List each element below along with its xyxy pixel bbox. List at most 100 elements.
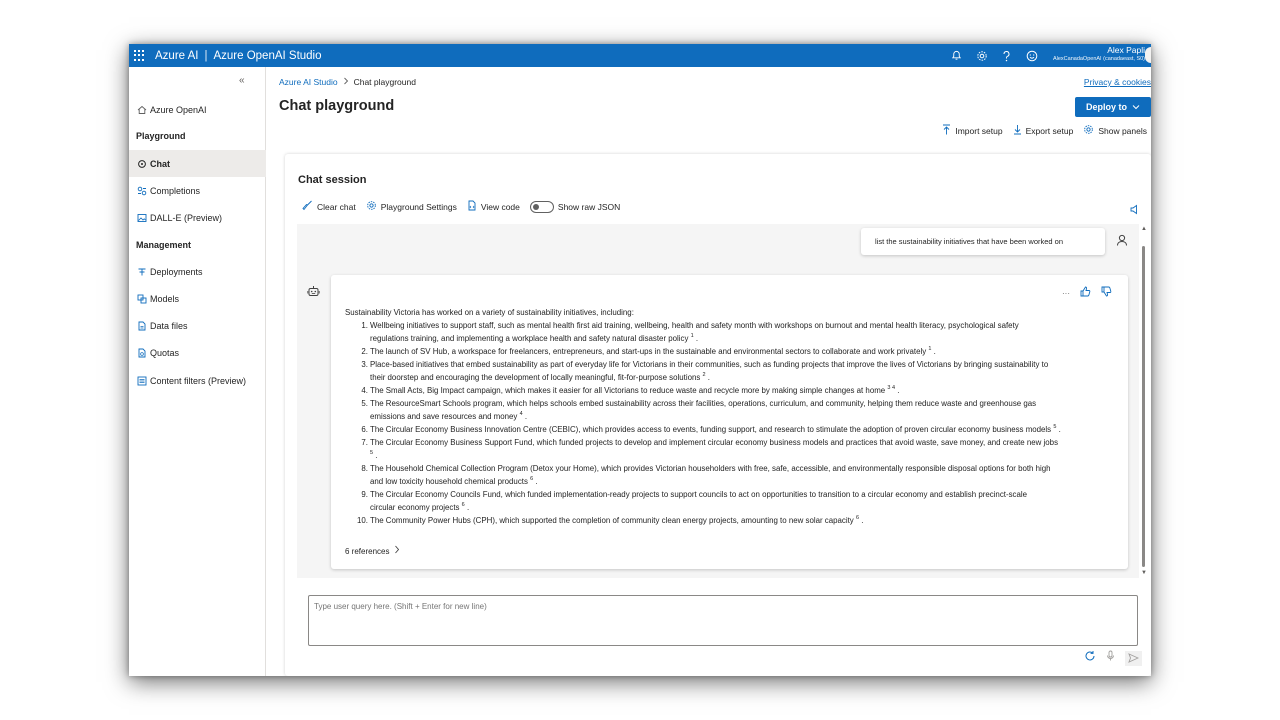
brand-azure-ai[interactable]: Azure AI (155, 50, 198, 62)
playground-settings-label: Playground Settings (380, 201, 457, 212)
page-actions: Import setup Export setup Show panels (942, 124, 1147, 137)
gear-icon[interactable] (975, 49, 988, 62)
list-item: 6. The Circular Economy Business Innovati… (361, 424, 1061, 434)
deploy-to-button[interactable]: Deploy to (1075, 97, 1151, 117)
view-code-label: View code (480, 201, 520, 212)
breadcrumb-current: Chat playground (353, 77, 416, 87)
sidebar-item-models[interactable]: Models (129, 285, 266, 312)
page-title: Chat playground (279, 98, 395, 114)
chat-scrollbar[interactable]: ▲ ▼ (1140, 226, 1148, 576)
answer-list: 1. Wellbeing initiatives to support staff… (357, 319, 1116, 527)
list-item: 9. The Circular Economy Councils Fund, wh… (361, 490, 1028, 512)
playground-settings-button[interactable]: Playground Settings (366, 200, 457, 213)
list-item: 8. The Household Chemical Collection Prog… (361, 464, 1051, 486)
user-message: list the sustainability initiatives that… (861, 228, 1105, 255)
thumbs-up-icon[interactable] (1080, 286, 1091, 301)
breadcrumb-root[interactable]: Azure AI Studio (279, 77, 338, 87)
citation-link[interactable]: 2 (703, 372, 706, 378)
assistant-intro: Sustainability Victoria has worked on a … (345, 308, 634, 317)
scrollbar-thumb[interactable] (1142, 246, 1145, 567)
app-launcher-icon[interactable] (134, 49, 146, 62)
deploy-to-label: Deploy to (1085, 102, 1127, 112)
avatar[interactable] (1145, 47, 1151, 63)
sidebar-item-label: Completions (150, 185, 201, 196)
chat-session-panel: Chat session Clear chat Playground Setti… (285, 154, 1151, 676)
citation-link[interactable]: 3 4 (887, 385, 895, 391)
import-setup-label: Import setup (955, 125, 1003, 136)
home-icon (136, 104, 147, 115)
top-icons (950, 44, 1038, 67)
completions-icon (136, 185, 147, 196)
citation-link[interactable]: 6 (462, 502, 465, 508)
sidebar-item-data-files[interactable]: Data files (129, 312, 266, 339)
list-item: 3. Place-based initiatives that embed sus… (361, 360, 1049, 382)
view-code-button[interactable]: View code (467, 200, 520, 213)
breadcrumb-chevron-icon (343, 77, 349, 87)
refresh-icon[interactable] (1084, 649, 1096, 667)
speaker-icon[interactable] (1129, 202, 1139, 220)
import-setup-button[interactable]: Import setup (942, 124, 1003, 137)
show-panels-button[interactable]: Show panels (1083, 124, 1147, 137)
citation-link[interactable]: 6 (530, 476, 533, 482)
sidebar-item-quotas[interactable]: Quotas (129, 339, 266, 366)
sidebar-item-completions[interactable]: Completions (129, 177, 266, 204)
chat-toolbar: Clear chat Playground Settings View code (302, 200, 620, 213)
download-icon (1013, 124, 1022, 137)
send-button[interactable] (1125, 650, 1142, 666)
collapse-sidebar-button[interactable]: « (239, 75, 245, 86)
sidebar-item-deployments[interactable]: Deployments (129, 258, 266, 285)
brand-separator: | (204, 49, 208, 62)
brand-product[interactable]: Azure OpenAI Studio (213, 50, 321, 62)
clear-chat-button[interactable]: Clear chat (302, 200, 356, 213)
user-tenant: AlexCanadaOpenAI (canadaeast, S0) (1052, 55, 1145, 62)
toggle-switch[interactable] (529, 200, 554, 213)
user-name: Alex Papli (1107, 45, 1145, 55)
raw-json-toggle[interactable]: Show raw JSON (529, 200, 621, 213)
export-setup-button[interactable]: Export setup (1013, 124, 1074, 137)
gear-icon (1083, 124, 1094, 137)
citation-link[interactable]: 5 (370, 450, 373, 456)
privacy-link[interactable]: Privacy & cookies (1084, 77, 1151, 87)
sidebar-item-label: Deployments (150, 266, 203, 277)
microphone-icon[interactable] (1106, 649, 1115, 667)
sidebar-item-dall-e[interactable]: DALL-E (Preview) (129, 204, 266, 231)
sidebar-item-label: Content filters (Preview) (150, 375, 247, 386)
sidebar-item-content-filters[interactable]: Content filters (Preview) (129, 367, 266, 394)
breadcrumb: Azure AI Studio Chat playground (279, 77, 416, 87)
user-query-input[interactable] (309, 596, 1137, 645)
clear-chat-label: Clear chat (317, 201, 356, 212)
scroll-down-icon[interactable]: ▼ (1141, 570, 1147, 576)
smiley-icon[interactable] (1025, 49, 1038, 62)
code-file-icon (467, 200, 477, 213)
help-icon[interactable] (1000, 49, 1013, 62)
citation-link[interactable]: 6 (856, 515, 859, 521)
more-options-icon[interactable]: ··· (1062, 287, 1070, 300)
bell-icon[interactable] (950, 49, 963, 62)
list-item: 1. Wellbeing initiatives to support staff… (361, 321, 1019, 343)
citation-link[interactable]: 4 (520, 411, 523, 417)
app-window: Azure AI | Azure OpenAI Studio Alex Papl… (129, 44, 1151, 676)
chat-input-box (308, 595, 1138, 646)
list-item: 5. The ResourceSmart Schools program, whi… (361, 399, 1037, 421)
citation-link[interactable]: 1 (928, 346, 931, 352)
chat-session-title: Chat session (298, 174, 367, 186)
citation-link[interactable]: 1 (691, 333, 694, 339)
chat-messages[interactable]: list the sustainability initiatives that… (297, 224, 1139, 578)
sidebar-item-chat[interactable]: Chat (129, 150, 266, 177)
sidebar-section-management: Management (136, 240, 192, 250)
broom-icon (302, 200, 313, 213)
file-icon (136, 320, 147, 331)
list-item: 7. The Circular Economy Business Support … (361, 438, 1059, 460)
show-panels-label: Show panels (1098, 125, 1147, 136)
citation-link[interactable]: 5 (1053, 424, 1056, 430)
raw-json-label: Show raw JSON (557, 201, 621, 212)
scroll-up-icon[interactable]: ▲ (1141, 226, 1147, 232)
quota-icon (136, 347, 147, 358)
references-toggle[interactable]: 6 references (345, 545, 400, 558)
sidebar-item-label: Quotas (150, 347, 180, 358)
main-content: Azure AI Studio Chat playground Privacy … (267, 67, 1151, 676)
sidebar-item-azure-openai[interactable]: Azure OpenAI (129, 96, 266, 123)
export-setup-label: Export setup (1025, 125, 1074, 136)
thumbs-down-icon[interactable] (1101, 286, 1112, 301)
user-account[interactable]: Alex Papli AlexCanadaOpenAI (canadaeast,… (1053, 46, 1145, 62)
